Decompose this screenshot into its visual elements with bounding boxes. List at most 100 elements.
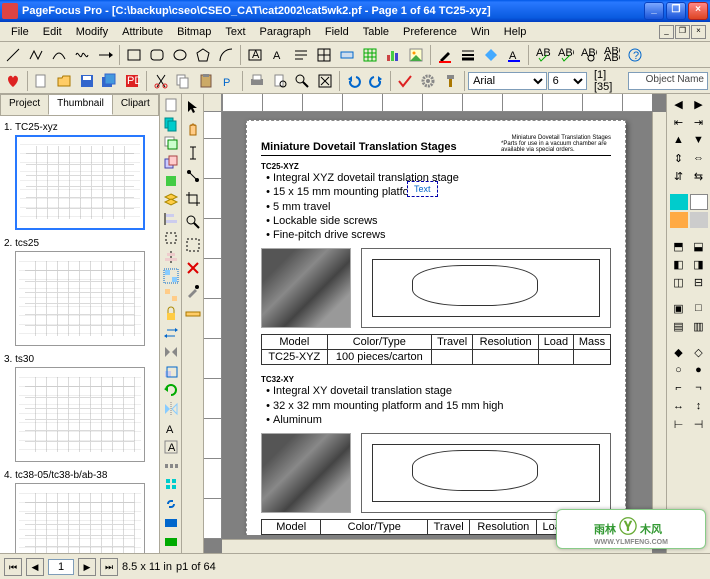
shrink-v-icon[interactable]: ⇵ bbox=[670, 168, 688, 184]
menu-win[interactable]: Win bbox=[464, 24, 497, 40]
menu-paragraph[interactable]: Paragraph bbox=[253, 24, 318, 40]
mdi-close-button[interactable]: × bbox=[691, 25, 706, 39]
align-l-icon[interactable]: ◧ bbox=[670, 256, 688, 272]
expand-v-icon[interactable]: ⇕ bbox=[670, 150, 688, 166]
flip-h-icon[interactable] bbox=[161, 343, 181, 361]
menu-attribute[interactable]: Attribute bbox=[115, 24, 170, 40]
heart-icon[interactable] bbox=[2, 70, 24, 92]
color-white-icon[interactable] bbox=[690, 194, 708, 210]
fontsize-select[interactable]: 6 bbox=[548, 72, 587, 90]
print-icon[interactable] bbox=[246, 70, 268, 92]
scrollbar-vertical[interactable] bbox=[652, 112, 666, 539]
pdf-icon[interactable]: PDF bbox=[121, 70, 143, 92]
crop-icon[interactable] bbox=[182, 188, 204, 210]
menu-file[interactable]: File bbox=[4, 24, 36, 40]
reflect-icon[interactable] bbox=[161, 400, 181, 418]
paste-icon[interactable] bbox=[195, 70, 217, 92]
dim1-icon[interactable]: ↔ bbox=[670, 398, 688, 414]
nudge-rightend-icon[interactable]: ⇥ bbox=[690, 114, 708, 130]
node-icon[interactable] bbox=[182, 165, 204, 187]
stack-icon[interactable] bbox=[161, 153, 181, 171]
align-b-icon[interactable]: ⬓ bbox=[690, 238, 708, 254]
thumbnail-item[interactable]: 1. TC25-xyz bbox=[4, 120, 155, 230]
color-cyan-icon[interactable] bbox=[670, 194, 688, 210]
align-r-icon[interactable]: ◨ bbox=[690, 256, 708, 272]
text-tool-icon[interactable]: A bbox=[267, 44, 289, 66]
roundrect-tool-icon[interactable] bbox=[146, 44, 168, 66]
align-center-icon[interactable] bbox=[161, 248, 181, 266]
nudge-left-icon[interactable]: ◀ bbox=[670, 96, 688, 112]
align-m-icon[interactable]: ⊟ bbox=[690, 274, 708, 290]
front-icon[interactable]: ▣ bbox=[670, 300, 688, 316]
menu-table[interactable]: Table bbox=[356, 24, 396, 40]
lock-icon[interactable] bbox=[161, 305, 181, 323]
bluebtn-icon[interactable] bbox=[161, 514, 181, 532]
page-content[interactable]: Miniature Dovetail Translation Stages Mi… bbox=[246, 120, 626, 535]
dup-icon[interactable] bbox=[161, 115, 181, 133]
mdi-minimize-button[interactable]: _ bbox=[659, 25, 674, 39]
expand-h-icon[interactable]: ⇔ bbox=[690, 150, 708, 166]
zoom-icon[interactable] bbox=[292, 70, 314, 92]
tab-thumbnail[interactable]: Thumbnail bbox=[48, 94, 113, 115]
gear-icon[interactable] bbox=[417, 70, 439, 92]
nudge-up-icon[interactable]: ▲ bbox=[670, 132, 688, 148]
replace-abc-icon[interactable]: ABCABC bbox=[601, 44, 623, 66]
menu-preference[interactable]: Preference bbox=[396, 24, 464, 40]
eyedropper-icon[interactable] bbox=[182, 280, 204, 302]
shrink-h-icon[interactable]: ⇆ bbox=[690, 168, 708, 184]
grid-tool-icon[interactable] bbox=[359, 44, 381, 66]
shape4-icon[interactable]: ● bbox=[690, 362, 708, 378]
fill-color-icon[interactable] bbox=[480, 44, 502, 66]
group-icon[interactable] bbox=[161, 267, 181, 285]
shape2-icon[interactable]: ◇ bbox=[690, 344, 708, 360]
pointer-icon[interactable] bbox=[182, 96, 204, 118]
connect1-icon[interactable]: ⌐ bbox=[670, 380, 688, 396]
swap-icon[interactable] bbox=[161, 324, 181, 342]
close-button[interactable]: × bbox=[688, 2, 708, 20]
line-tool-icon[interactable] bbox=[2, 44, 24, 66]
text-cursor-icon[interactable] bbox=[182, 142, 204, 164]
thumbnail-list[interactable]: 1. TC25-xyz 2. tcs25 3. ts30 4. tc38-05/… bbox=[0, 116, 159, 553]
paragraph-tool-icon[interactable] bbox=[290, 44, 312, 66]
shape1-icon[interactable]: ◆ bbox=[670, 344, 688, 360]
connect2-icon[interactable]: ¬ bbox=[690, 380, 708, 396]
menu-edit[interactable]: Edit bbox=[36, 24, 69, 40]
magnify-icon[interactable] bbox=[182, 211, 204, 233]
align-left-icon[interactable] bbox=[161, 210, 181, 228]
delete-icon[interactable] bbox=[182, 257, 204, 279]
paragraph-icon[interactable]: P bbox=[218, 70, 240, 92]
page-next-button[interactable]: ▶ bbox=[78, 558, 96, 576]
measure1-icon[interactable]: ⊢ bbox=[670, 416, 688, 432]
minimize-button[interactable]: _ bbox=[644, 2, 664, 20]
thumbnail-item[interactable]: 3. ts30 bbox=[4, 352, 155, 462]
font-select[interactable]: Arial bbox=[468, 72, 547, 90]
check-icon[interactable] bbox=[394, 70, 416, 92]
align-c-icon[interactable]: ◫ bbox=[670, 274, 688, 290]
arc-tool-icon[interactable] bbox=[215, 44, 237, 66]
align-t-icon[interactable]: ⬒ bbox=[670, 238, 688, 254]
shape3-icon[interactable]: ○ bbox=[670, 362, 688, 378]
newpage-icon[interactable] bbox=[161, 96, 181, 114]
open-icon[interactable] bbox=[53, 70, 75, 92]
preview-icon[interactable] bbox=[269, 70, 291, 92]
forward-icon[interactable]: ▤ bbox=[670, 318, 688, 334]
find-abc-icon[interactable]: ABC bbox=[578, 44, 600, 66]
snap-icon[interactable] bbox=[161, 229, 181, 247]
thumbnail-item[interactable]: 4. tc38-05/tc38-b/ab-38 bbox=[4, 468, 155, 553]
polygon-tool-icon[interactable] bbox=[192, 44, 214, 66]
text-a-icon[interactable]: A bbox=[161, 419, 181, 437]
menu-bitmap[interactable]: Bitmap bbox=[170, 24, 218, 40]
dim2-icon[interactable]: ↕ bbox=[690, 398, 708, 414]
undo-icon[interactable] bbox=[343, 70, 365, 92]
mdi-restore-button[interactable]: ❐ bbox=[675, 25, 690, 39]
ungroup-icon[interactable] bbox=[161, 286, 181, 304]
menu-help[interactable]: Help bbox=[497, 24, 534, 40]
saveall-icon[interactable] bbox=[99, 70, 121, 92]
page-last-button[interactable]: ⏭ bbox=[100, 558, 118, 576]
menu-text[interactable]: Text bbox=[218, 24, 252, 40]
curve-tool-icon[interactable] bbox=[48, 44, 70, 66]
overlay-icon[interactable] bbox=[161, 134, 181, 152]
hand-icon[interactable] bbox=[182, 119, 204, 141]
page-input[interactable] bbox=[48, 559, 74, 575]
ellipse-tool-icon[interactable] bbox=[169, 44, 191, 66]
